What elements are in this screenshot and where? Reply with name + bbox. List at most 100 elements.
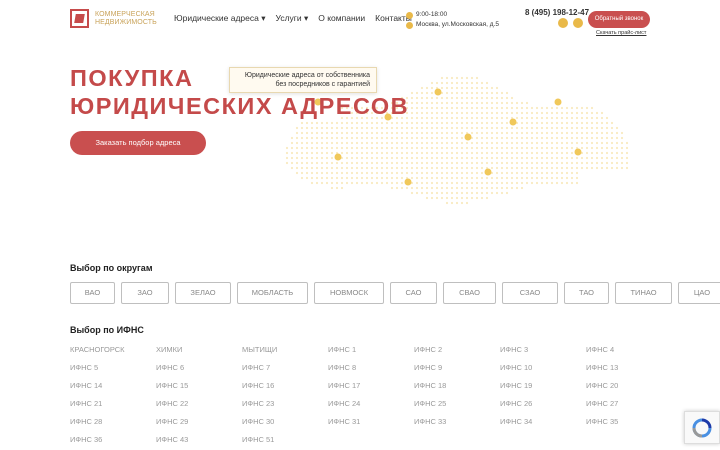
ifns-link[interactable]: ИФНС 35: [586, 416, 672, 428]
ifns-link[interactable]: ИФНС 6: [156, 362, 242, 374]
map-dot: [285, 146, 289, 150]
map-dot: [565, 181, 569, 185]
ifns-link[interactable]: ИФНС 15: [156, 380, 242, 392]
district-button[interactable]: ВАО: [70, 282, 115, 304]
map-dot: [540, 106, 544, 110]
ifns-link[interactable]: ИФНС 43: [156, 434, 242, 446]
district-button[interactable]: НОВМОСК: [314, 282, 384, 304]
map-dot: [550, 166, 554, 170]
district-button[interactable]: СЗАО: [502, 282, 558, 304]
map-dot: [440, 146, 444, 150]
ifns-link[interactable]: ИФНС 19: [500, 380, 586, 392]
logo[interactable]: КОММЕРЧЕСКАЯ НЕДВИЖИМОСТЬ: [70, 9, 157, 28]
ifns-link[interactable]: ИФНС 18: [414, 380, 500, 392]
ifns-link[interactable]: ИФНС 34: [500, 416, 586, 428]
ifns-link[interactable]: ИФНС 33: [414, 416, 500, 428]
ifns-link[interactable]: КРАСНОГОРСК: [70, 344, 156, 356]
map-dot: [440, 136, 444, 140]
nav-services[interactable]: Услуги ▾: [275, 13, 308, 24]
map-dot: [410, 161, 414, 165]
map-dot: [450, 86, 454, 90]
ifns-link[interactable]: ИФНС 9: [414, 362, 500, 374]
ifns-link[interactable]: ИФНС 4: [586, 344, 672, 356]
ifns-link[interactable]: ИФНС 5: [70, 362, 156, 374]
map-dot: [365, 181, 369, 185]
district-button[interactable]: МОБЛАСТЬ: [237, 282, 308, 304]
ifns-link[interactable]: МЫТИЩИ: [242, 344, 328, 356]
map-dot: [310, 176, 314, 180]
map-dot: [325, 166, 329, 170]
ifns-link[interactable]: ИФНС 8: [328, 362, 414, 374]
map-dot: [545, 151, 549, 155]
map-dot: [500, 151, 504, 155]
telegram-icon[interactable]: [573, 18, 583, 28]
ifns-link[interactable]: ИФНС 29: [156, 416, 242, 428]
nav-legal-addresses[interactable]: Юридические адреса ▾: [174, 13, 265, 24]
ifns-link[interactable]: ИФНС 1: [328, 344, 414, 356]
ifns-link[interactable]: ИФНС 21: [70, 398, 156, 410]
map-dot: [305, 156, 309, 160]
ifns-link[interactable]: ИФНС 30: [242, 416, 328, 428]
ifns-link[interactable]: ИФНС 23: [242, 398, 328, 410]
map-dot: [495, 96, 499, 100]
map-dot: [520, 136, 524, 140]
nav-about[interactable]: О компании: [318, 13, 365, 24]
ifns-link[interactable]: ИФНС 3: [500, 344, 586, 356]
map-dot: [415, 96, 419, 100]
district-button[interactable]: ЗЕЛАО: [175, 282, 231, 304]
ifns-link[interactable]: ИФНС 10: [500, 362, 586, 374]
map-dot: [610, 141, 614, 145]
ifns-link[interactable]: ИФНС 2: [414, 344, 500, 356]
ifns-link[interactable]: ИФНС 20: [586, 380, 672, 392]
map-dot: [495, 146, 499, 150]
ifns-link[interactable]: ИФНС 24: [328, 398, 414, 410]
district-button[interactable]: СВАО: [443, 282, 496, 304]
ifns-link[interactable]: ИФНС 17: [328, 380, 414, 392]
map-dot: [445, 96, 449, 100]
district-button[interactable]: ЦАО: [678, 282, 720, 304]
map-dot: [405, 151, 409, 155]
district-button[interactable]: ТАО: [564, 282, 609, 304]
ifns-link[interactable]: ИФНС 51: [242, 434, 328, 446]
ifns-link[interactable]: ИФНС 25: [414, 398, 500, 410]
whatsapp-icon[interactable]: [558, 18, 568, 28]
map-dot: [450, 81, 454, 85]
district-button[interactable]: САО: [390, 282, 437, 304]
callback-button[interactable]: Обратный звонок: [588, 11, 650, 28]
ifns-link[interactable]: ИФНС 13: [586, 362, 672, 374]
phone-number[interactable]: 8 (495) 198-12-47: [525, 8, 589, 17]
map-dot: [500, 171, 504, 175]
ifns-link[interactable]: ИФНС 28: [70, 416, 156, 428]
order-address-button[interactable]: Заказать подбор адреса: [70, 131, 206, 155]
ifns-link[interactable]: ИФНС 7: [242, 362, 328, 374]
map-dot: [500, 116, 504, 120]
map-dot: [320, 126, 324, 130]
map-dot: [410, 131, 414, 135]
ifns-link[interactable]: ИФНС 31: [328, 416, 414, 428]
map-dot: [390, 146, 394, 150]
map-dot: [370, 156, 374, 160]
map-dot: [470, 161, 474, 165]
map-dot: [325, 151, 329, 155]
ifns-link[interactable]: ИФНС 26: [500, 398, 586, 410]
ifns-link[interactable]: ИФНС 22: [156, 398, 242, 410]
map-dot: [485, 91, 489, 95]
ifns-link[interactable]: ИФНС 14: [70, 380, 156, 392]
ifns-link[interactable]: ИФНС 27: [586, 398, 672, 410]
ifns-link[interactable]: ИФНС 36: [70, 434, 156, 446]
map-dot: [455, 96, 459, 100]
map-dot: [455, 161, 459, 165]
pricelist-link[interactable]: Скачать прайс-лист: [596, 30, 646, 36]
district-button[interactable]: ТИНАО: [615, 282, 672, 304]
ifns-link[interactable]: ХИМКИ: [156, 344, 242, 356]
recaptcha-badge[interactable]: [684, 411, 720, 444]
map-dot: [330, 166, 334, 170]
map-dot: [465, 106, 469, 110]
district-button[interactable]: ЗАО: [121, 282, 169, 304]
map-dot: [460, 181, 464, 185]
map-dot: [325, 156, 329, 160]
map-dot: [575, 111, 579, 115]
ifns-link[interactable]: ИФНС 16: [242, 380, 328, 392]
map-dot: [575, 161, 579, 165]
map-dot: [490, 156, 494, 160]
